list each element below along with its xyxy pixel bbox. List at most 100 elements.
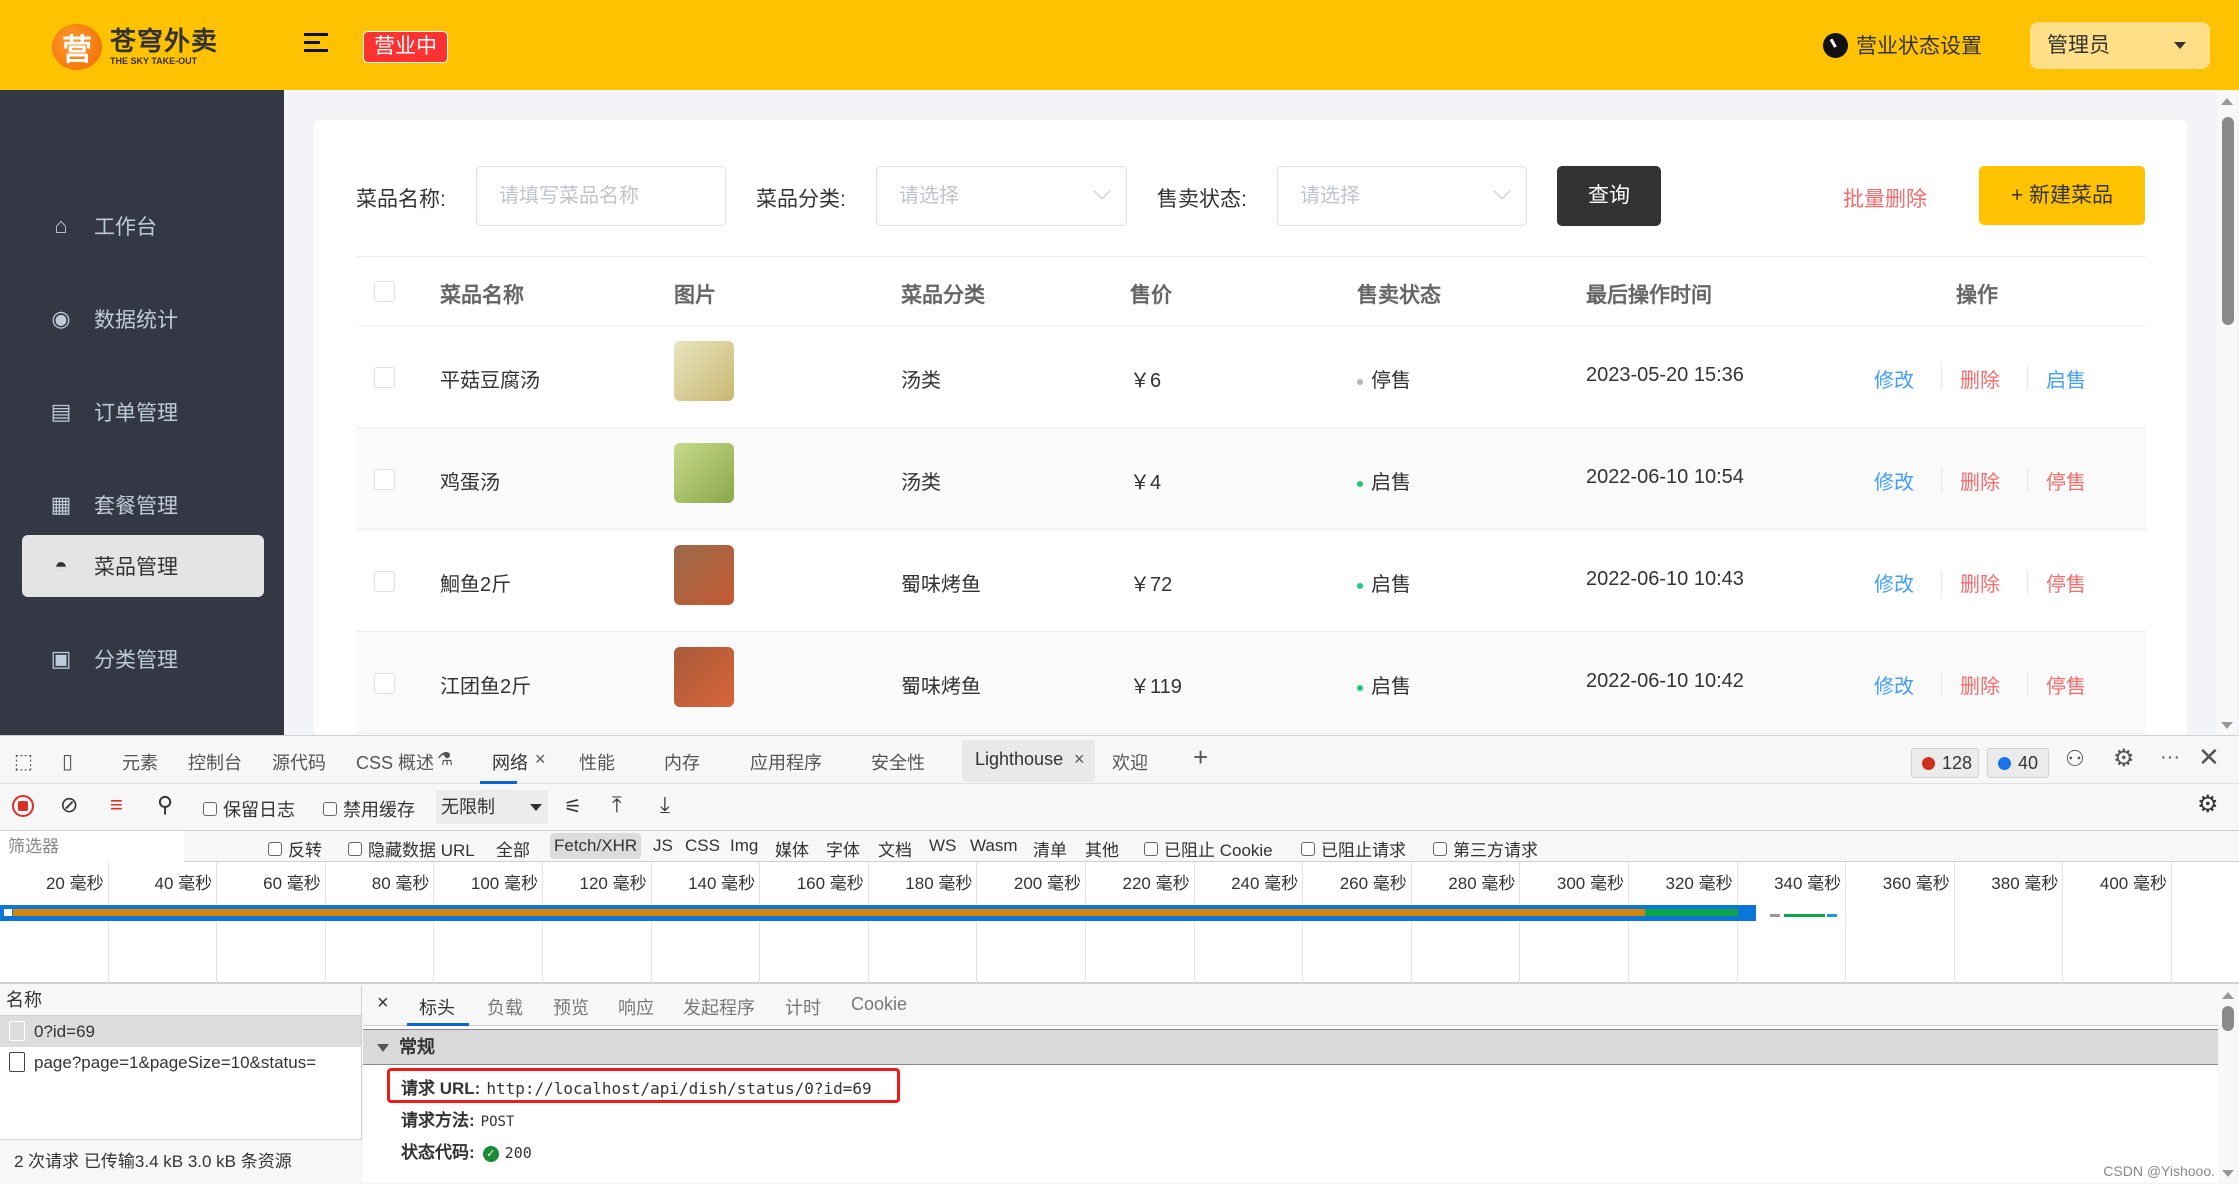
clear-icon[interactable]: ⊘ xyxy=(60,792,78,818)
tab-payload[interactable]: 负载 xyxy=(487,994,523,1020)
batch-delete-button[interactable]: 批量删除 xyxy=(1843,183,1927,213)
sidebar-item-setmeals[interactable]: ▦ 套餐管理 xyxy=(22,474,264,536)
app-logo[interactable]: 营 苍穹外卖 THE SKY TAKE-OUT xyxy=(52,24,218,70)
scroll-up-icon[interactable] xyxy=(2222,992,2234,999)
request-row[interactable]: 0?id=69 xyxy=(0,1016,361,1047)
tab-security[interactable]: 安全性 xyxy=(871,749,925,775)
toggle-sale-link[interactable]: 启售 xyxy=(2046,364,2086,393)
sidebar-item-workbench[interactable]: ⌂ 工作台 xyxy=(22,195,264,257)
tab-lighthouse[interactable]: Lighthouse xyxy=(975,749,1063,770)
throttling-select[interactable]: 无限制 xyxy=(436,790,548,824)
disable-cache-checkbox[interactable]: 禁用缓存 xyxy=(323,796,415,822)
close-tab-icon[interactable]: × xyxy=(1074,749,1085,770)
feedback-icon[interactable]: ⚇ xyxy=(2065,746,2085,772)
gear-icon[interactable]: ⚙ xyxy=(2113,744,2135,773)
dish-image[interactable] xyxy=(674,545,734,605)
dish-name-input[interactable]: 请填写菜品名称 xyxy=(476,166,726,226)
filter-type-other[interactable]: 其他 xyxy=(1085,836,1119,861)
filter-type-wasm[interactable]: Wasm xyxy=(970,836,1018,856)
invert-checkbox[interactable]: 反转 xyxy=(268,836,322,861)
tab-console[interactable]: 控制台 xyxy=(188,749,242,775)
detail-scrollbar[interactable] xyxy=(2218,986,2239,1183)
third-party-checkbox[interactable]: 第三方请求 xyxy=(1433,836,1538,861)
filter-type-media[interactable]: 媒体 xyxy=(775,836,809,861)
delete-link[interactable]: 删除 xyxy=(1960,364,2000,393)
collapse-menu-icon[interactable] xyxy=(304,33,328,55)
tab-application[interactable]: 应用程序 xyxy=(750,749,822,775)
edit-link[interactable]: 修改 xyxy=(1874,670,1914,699)
general-section-header[interactable]: 常规 xyxy=(363,1029,2219,1065)
request-row[interactable]: page?page=1&pageSize=10&status= xyxy=(0,1047,361,1078)
filter-type-img[interactable]: Img xyxy=(730,836,758,856)
row-checkbox[interactable] xyxy=(374,367,395,388)
scrollbar-thumb[interactable] xyxy=(2222,1006,2234,1031)
tab-preview[interactable]: 预览 xyxy=(553,994,589,1020)
select-all-checkbox[interactable] xyxy=(374,281,395,302)
message-count-badge[interactable]: 40 xyxy=(1987,748,2049,778)
row-checkbox[interactable] xyxy=(374,469,395,490)
delete-link[interactable]: 删除 xyxy=(1960,466,2000,495)
tab-css-overview[interactable]: CSS 概述 xyxy=(356,749,434,775)
filter-type-manifest[interactable]: 清单 xyxy=(1033,836,1067,861)
tab-initiator[interactable]: 发起程序 xyxy=(683,994,755,1020)
new-dish-button[interactable]: + 新建菜品 xyxy=(1979,166,2145,225)
close-devtools-icon[interactable]: ✕ xyxy=(2198,742,2220,773)
export-har-icon[interactable]: ⤓ xyxy=(660,792,670,818)
name-column-header[interactable]: 名称 xyxy=(0,986,361,1016)
error-count-badge[interactable]: 128 xyxy=(1911,748,1979,778)
scroll-down-icon[interactable] xyxy=(2222,1170,2234,1177)
blocked-requests-checkbox[interactable]: 已阻止请求 xyxy=(1301,836,1406,861)
more-options-icon[interactable]: ··· xyxy=(2160,746,2180,769)
edit-link[interactable]: 修改 xyxy=(1874,364,1914,393)
sidebar-item-statistics[interactable]: ◉ 数据统计 xyxy=(22,288,264,350)
sidebar-item-orders[interactable]: ▤ 订单管理 xyxy=(22,381,264,443)
inspect-element-icon[interactable]: ⬚ xyxy=(14,749,33,774)
dish-image[interactable] xyxy=(674,341,734,401)
filter-type-js[interactable]: JS xyxy=(653,836,673,856)
filter-type-fetch-xhr[interactable]: Fetch/XHR xyxy=(550,833,642,859)
scrollbar-thumb[interactable] xyxy=(2222,117,2234,325)
filter-type-font[interactable]: 字体 xyxy=(826,836,860,861)
user-menu-dropdown[interactable]: 管理员 xyxy=(2030,22,2210,69)
delete-link[interactable]: 删除 xyxy=(1960,670,2000,699)
tab-cookies[interactable]: Cookie xyxy=(851,994,907,1015)
record-icon[interactable] xyxy=(12,795,34,817)
toggle-sale-link[interactable]: 停售 xyxy=(2046,568,2086,597)
toggle-sale-link[interactable]: 停售 xyxy=(2046,466,2086,495)
scroll-up-icon[interactable] xyxy=(2221,98,2233,105)
sidebar-item-dishes[interactable]: ◓ 菜品管理 xyxy=(22,535,264,597)
filter-type-css[interactable]: CSS xyxy=(685,836,720,856)
sidebar-item-categories[interactable]: ▣ 分类管理 xyxy=(22,628,264,690)
page-scrollbar[interactable] xyxy=(2217,92,2237,735)
tab-welcome[interactable]: 欢迎 xyxy=(1112,749,1148,775)
tab-network[interactable]: 网络 xyxy=(492,749,528,775)
business-status-settings-button[interactable]: 营业状态设置 xyxy=(1823,30,1982,60)
tab-headers[interactable]: 标头 xyxy=(419,994,455,1020)
import-har-icon[interactable]: ⤒ xyxy=(612,792,622,818)
scroll-down-icon[interactable] xyxy=(2221,722,2233,729)
close-detail-icon[interactable]: × xyxy=(377,992,389,1015)
query-button[interactable]: 查询 xyxy=(1557,166,1661,226)
tab-timing[interactable]: 计时 xyxy=(785,994,821,1020)
dish-image[interactable] xyxy=(674,647,734,707)
filter-icon[interactable]: ≡ xyxy=(110,792,123,818)
edit-link[interactable]: 修改 xyxy=(1874,568,1914,597)
filter-type-doc[interactable]: 文档 xyxy=(878,836,912,861)
category-select[interactable]: 请选择 xyxy=(876,166,1127,226)
filter-type-ws[interactable]: WS xyxy=(929,836,956,856)
toggle-sale-link[interactable]: 停售 xyxy=(2046,670,2086,699)
blocked-cookies-checkbox[interactable]: 已阻止 Cookie xyxy=(1144,836,1273,861)
hide-data-urls-checkbox[interactable]: 隐藏数据 URL xyxy=(348,836,475,861)
row-checkbox[interactable] xyxy=(374,571,395,592)
tab-response[interactable]: 响应 xyxy=(618,994,654,1020)
sale-status-select[interactable]: 请选择 xyxy=(1277,166,1527,226)
close-tab-icon[interactable]: × xyxy=(535,749,546,770)
network-settings-gear-icon[interactable]: ⚙ xyxy=(2197,790,2219,819)
edit-link[interactable]: 修改 xyxy=(1874,466,1914,495)
device-toolbar-icon[interactable]: ▯ xyxy=(62,749,73,774)
tab-elements[interactable]: 元素 xyxy=(122,749,158,775)
filter-type-all[interactable]: 全部 xyxy=(496,836,530,861)
tab-performance[interactable]: 性能 xyxy=(579,749,615,775)
tab-sources[interactable]: 源代码 xyxy=(272,749,326,775)
preserve-log-checkbox[interactable]: 保留日志 xyxy=(203,796,295,822)
